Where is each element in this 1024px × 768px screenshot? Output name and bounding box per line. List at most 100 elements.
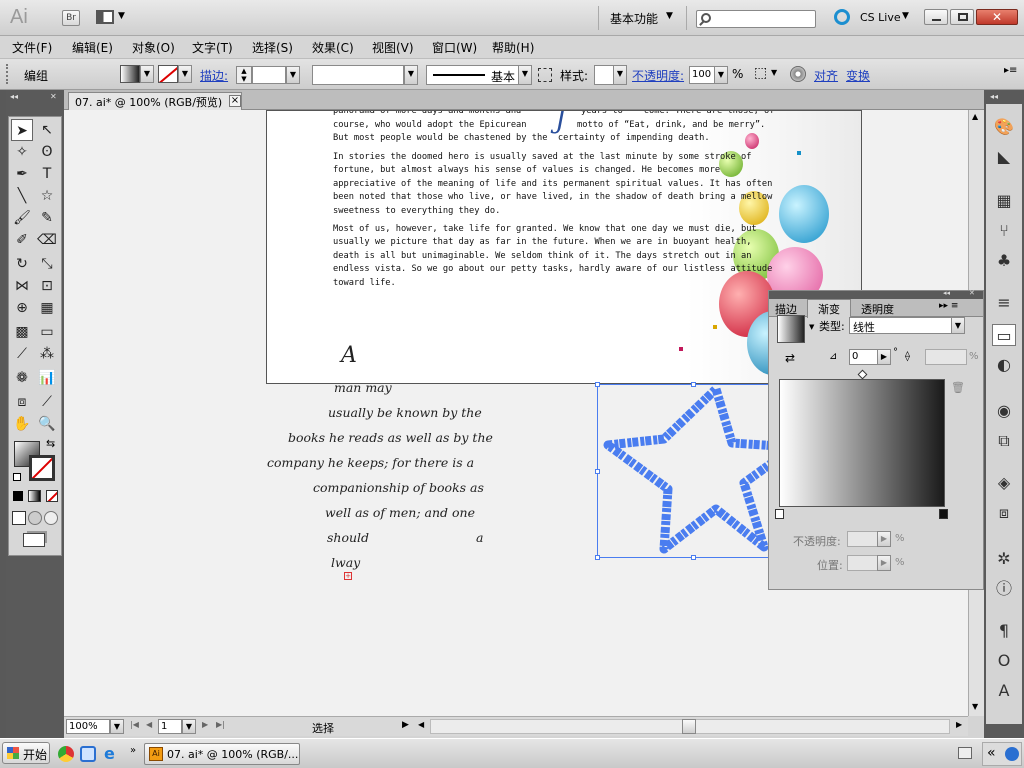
taskbar-illustrator-window[interactable]: Ai 07. ai* @ 100% (RGB/... xyxy=(144,743,300,765)
menu-file[interactable]: 文件(F) xyxy=(12,39,52,56)
workspace-switcher[interactable]: 基本功能 xyxy=(610,10,658,27)
artboard-number-field[interactable]: 1 xyxy=(158,719,182,734)
eyedropper-tool[interactable]: ⟋ xyxy=(11,343,33,365)
close-window-button[interactable]: ✕ xyxy=(976,9,1018,25)
draw-behind-button[interactable] xyxy=(28,511,42,525)
opacity-dropdown[interactable]: ▼ xyxy=(714,66,728,84)
panel-close-icon[interactable]: ✕ xyxy=(969,289,975,297)
control-bar-menu-icon[interactable]: ▸≡ xyxy=(1004,65,1017,76)
blend-tool[interactable]: ⁂ xyxy=(36,343,58,365)
scale-tool[interactable]: ⤡ xyxy=(36,253,58,275)
appearance-panel-icon[interactable]: ◉ xyxy=(992,400,1016,422)
gradient-mode-button[interactable] xyxy=(28,490,41,502)
info-panel-icon[interactable]: ⓘ xyxy=(992,578,1016,600)
scroll-up-arrow-icon[interactable]: ▲ xyxy=(972,112,978,121)
tab-transparency[interactable]: 透明度 xyxy=(861,301,894,317)
bridge-button[interactable]: Br xyxy=(62,10,80,26)
scroll-left-arrow-icon[interactable]: ◀ xyxy=(418,720,424,729)
minimize-button[interactable] xyxy=(924,9,948,25)
perspective-grid-tool[interactable]: ▦ xyxy=(36,297,58,319)
gradient-slider[interactable] xyxy=(779,379,945,507)
menu-view[interactable]: 视图(V) xyxy=(372,39,414,56)
symbols-panel-icon[interactable]: ♣ xyxy=(992,250,1016,272)
column-graph-tool[interactable]: 📊 xyxy=(36,367,58,389)
angle-dropdown[interactable]: ▶ xyxy=(877,349,891,365)
magic-wand-tool[interactable]: ✧ xyxy=(11,141,33,163)
width-tool[interactable]: ⋈ xyxy=(11,275,33,297)
start-button[interactable]: 开始 xyxy=(2,742,50,764)
default-colors-icon[interactable] xyxy=(13,473,21,481)
blob-brush-tool[interactable]: ✐ xyxy=(11,229,33,251)
quicklaunch-more-icon[interactable]: » xyxy=(130,745,136,756)
character-panel-icon[interactable]: A xyxy=(992,680,1016,702)
tab-gradient[interactable]: 渐变 xyxy=(807,299,851,318)
prev-artboard-icon[interactable]: ◀ xyxy=(146,720,152,729)
draw-inside-button[interactable] xyxy=(44,511,58,525)
panel-collapse-icon[interactable]: ◂◂ xyxy=(943,289,950,297)
menu-window[interactable]: 窗口(W) xyxy=(432,39,477,56)
menu-help[interactable]: 帮助(H) xyxy=(492,39,534,56)
gradient-panel-icon[interactable]: ▭ xyxy=(992,324,1016,346)
gradient-type-select[interactable]: 线性 xyxy=(849,317,953,334)
search-field[interactable] xyxy=(696,10,816,28)
arrange-documents-button[interactable]: ▼ xyxy=(96,9,128,27)
brushes-panel-icon[interactable]: ⑂ xyxy=(992,220,1016,242)
lasso-tool[interactable]: ʘ xyxy=(36,141,58,163)
zoom-field[interactable]: 100% xyxy=(66,719,110,734)
last-artboard-icon[interactable]: ▶| xyxy=(216,720,225,729)
shape-builder-tool[interactable]: ⊕ xyxy=(11,297,33,319)
color-stop-start[interactable] xyxy=(775,509,784,519)
expand-panels-icon[interactable]: ◂◂ xyxy=(990,92,998,101)
paragraph-panel-icon[interactable]: ¶ xyxy=(992,620,1016,642)
panel-menu-icon[interactable]: ▸▸ ≡ xyxy=(939,301,958,311)
delete-stop-icon[interactable]: 🗑 xyxy=(951,381,965,394)
first-artboard-icon[interactable]: |◀ xyxy=(130,720,139,729)
cslive-button[interactable]: CS Live xyxy=(860,11,901,24)
graphic-styles-panel-icon[interactable]: ⧉ xyxy=(992,430,1016,452)
graphic-style-swatch[interactable] xyxy=(594,65,614,85)
workspace-chevron-icon[interactable]: ▼ xyxy=(666,11,673,21)
document-tab[interactable]: 07. ai* @ 100% (RGB/预览) × xyxy=(68,92,242,110)
gradient-preview-swatch[interactable] xyxy=(777,315,805,343)
restore-button[interactable] xyxy=(950,9,974,25)
brush-definition-field[interactable]: 基本 xyxy=(426,65,520,85)
document-tab-close-icon[interactable]: × xyxy=(229,95,241,107)
stroke-swatch[interactable] xyxy=(158,65,178,83)
color-mode-button[interactable] xyxy=(13,491,23,501)
options-chevron-icon[interactable]: ▼ xyxy=(771,68,777,77)
stroke-link[interactable]: 描边: xyxy=(200,67,228,84)
chrome-quicklaunch-icon[interactable] xyxy=(58,746,74,762)
swap-colors-icon[interactable]: ⇆ xyxy=(46,437,55,450)
cslive-icon[interactable] xyxy=(834,9,850,25)
pen-tool[interactable]: ✒ xyxy=(11,163,33,185)
symbol-sprayer-tool[interactable]: ❁ xyxy=(11,367,33,389)
variable-width-field[interactable] xyxy=(312,65,404,85)
transparency-panel-icon[interactable]: ◐ xyxy=(992,354,1016,376)
color-guide-panel-icon[interactable]: ◣ xyxy=(992,146,1016,168)
tray-network-icon[interactable] xyxy=(1005,747,1019,761)
horizontal-scroll-thumb[interactable] xyxy=(682,719,696,734)
paintbrush-tool[interactable]: 🖌 xyxy=(11,207,33,229)
artboards-panel-icon[interactable]: ⧈ xyxy=(992,502,1016,524)
gradient-type-dropdown[interactable]: ▼ xyxy=(951,317,965,334)
opentype-panel-icon[interactable]: O xyxy=(992,650,1016,672)
swatches-panel-icon[interactable]: ▦ xyxy=(992,190,1016,212)
color-stop-end[interactable] xyxy=(939,509,948,519)
artboard-number-dropdown[interactable]: ▼ xyxy=(182,719,196,734)
cslive-chevron-icon[interactable]: ▼ xyxy=(902,11,909,21)
fill-dropdown[interactable]: ▼ xyxy=(140,65,154,83)
tray-expand-icon[interactable]: « xyxy=(987,745,996,761)
align-link[interactable]: 对齐 xyxy=(814,67,838,84)
fill-swatch[interactable] xyxy=(120,65,140,83)
recolor-artwork-icon[interactable] xyxy=(790,66,806,82)
selection-tool-options-icon[interactable]: ⬚ xyxy=(754,65,767,81)
menu-edit[interactable]: 编辑(E) xyxy=(72,39,113,56)
direct-selection-tool[interactable]: ↖ xyxy=(36,119,58,141)
menu-object[interactable]: 对象(O) xyxy=(132,39,175,56)
next-artboard-icon[interactable]: ▶ xyxy=(202,720,208,729)
menu-type[interactable]: 文字(T) xyxy=(192,39,233,56)
stroke-options-icon[interactable] xyxy=(538,68,552,82)
stroke-dropdown[interactable]: ▼ xyxy=(178,65,192,83)
slice-tool[interactable]: ⟋ xyxy=(36,391,58,413)
stroke-panel-icon[interactable]: ≡ xyxy=(992,292,1016,314)
